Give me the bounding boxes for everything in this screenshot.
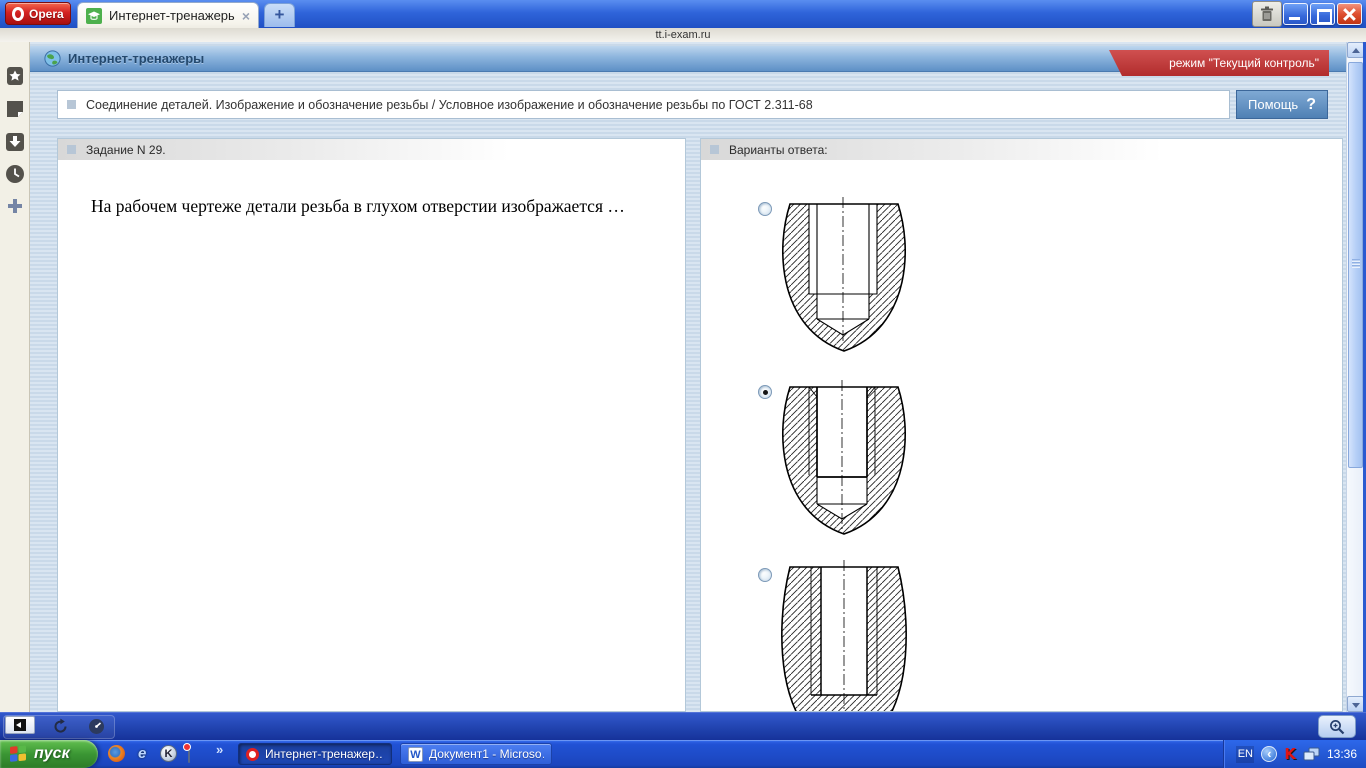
bullet-icon xyxy=(710,145,719,154)
chevron-up-icon xyxy=(1352,48,1360,53)
history-icon[interactable] xyxy=(5,164,25,184)
network-icon[interactable] xyxy=(1303,747,1320,762)
answer-drawing-2[interactable] xyxy=(778,377,912,539)
kmeleon-browser-icon[interactable]: K xyxy=(160,745,177,762)
tab-favicon-icon xyxy=(86,7,102,24)
scroll-up-button[interactable] xyxy=(1347,42,1364,58)
kaspersky-icon[interactable]: K xyxy=(1284,746,1296,762)
internet-explorer-icon[interactable]: e xyxy=(138,745,156,763)
opera-menu-label: Opera xyxy=(29,6,64,21)
closed-tabs-trash-button[interactable] xyxy=(1252,1,1282,27)
language-indicator[interactable]: EN xyxy=(1236,745,1255,763)
answer-radio-3[interactable] xyxy=(758,568,772,582)
window-controls xyxy=(1283,3,1362,25)
turbo-gauge-icon[interactable] xyxy=(88,718,105,735)
quick-launch-overflow-chevron[interactable]: » xyxy=(216,742,223,757)
task-label: Интернет-тренажер… xyxy=(265,747,384,761)
firefox-icon[interactable] xyxy=(108,745,125,762)
mode-badge: режим "Текущий контроль" xyxy=(1109,50,1329,76)
question-text: На рабочем чертеже детали резьба в глухо… xyxy=(91,196,625,216)
trash-icon xyxy=(1261,6,1273,21)
answer-radio-1[interactable] xyxy=(758,202,772,216)
windows-logo-icon xyxy=(10,745,26,762)
notes-icon[interactable] xyxy=(5,99,25,119)
scroll-down-button[interactable] xyxy=(1347,696,1364,712)
tab-title: Интернет-тренажеры xyxy=(109,8,235,23)
answer-radio-2[interactable] xyxy=(758,385,772,399)
bullet-icon xyxy=(67,145,76,154)
task-label: Документ1 - Microso… xyxy=(429,747,544,761)
opera-icon xyxy=(246,747,259,761)
help-label: Помощь xyxy=(1248,97,1299,112)
site-header: Интернет-тренажеры режим "Текущий контро… xyxy=(30,46,1346,76)
mail-client-icon[interactable] xyxy=(188,744,190,763)
start-button[interactable]: пуск xyxy=(0,740,98,768)
bookmarks-icon[interactable] xyxy=(5,66,25,86)
tray-collapse-icon[interactable]: ‹ xyxy=(1261,746,1278,762)
answers-panel-header: Варианты ответа: xyxy=(701,139,1342,160)
answer-drawing-3[interactable] xyxy=(778,557,912,712)
panel-toggle-button[interactable] xyxy=(5,716,35,734)
tab-close-icon[interactable]: × xyxy=(242,9,250,23)
word-icon: W xyxy=(408,746,423,762)
question-mark-icon: ? xyxy=(1306,95,1316,113)
scrollbar-grip xyxy=(1352,259,1360,268)
bullet-icon xyxy=(67,100,76,109)
help-button[interactable]: Помощь ? xyxy=(1236,90,1328,119)
page-content: Интернет-тренажеры режим "Текущий контро… xyxy=(30,42,1346,712)
close-button[interactable] xyxy=(1337,3,1362,25)
opera-menu-button[interactable]: Opera xyxy=(5,2,71,25)
new-tab-button[interactable]: + xyxy=(264,3,295,27)
restore-button[interactable] xyxy=(1310,3,1335,25)
sync-icon[interactable] xyxy=(52,718,69,735)
minimize-button[interactable] xyxy=(1283,3,1308,25)
scrollbar-thumb[interactable] xyxy=(1348,62,1363,468)
magnifier-plus-icon xyxy=(1330,719,1345,734)
breadcrumb-text: Соединение деталей. Изображение и обозна… xyxy=(86,97,813,112)
globe-icon xyxy=(44,50,61,67)
downloads-icon[interactable] xyxy=(5,132,25,152)
taskbar-task-word[interactable]: W Документ1 - Microso… xyxy=(400,743,552,765)
question-panel-title: Задание N 29. xyxy=(86,142,166,157)
chevron-down-icon xyxy=(1352,703,1360,708)
vertical-scrollbar[interactable] xyxy=(1346,42,1364,712)
site-title: Интернет-тренажеры xyxy=(68,51,205,66)
start-label: пуск xyxy=(34,745,70,762)
browser-statusbar xyxy=(0,712,1366,740)
question-panel-header: Задание N 29. xyxy=(58,139,685,160)
opera-side-panel xyxy=(0,42,30,712)
page-zoom-button[interactable] xyxy=(1318,715,1356,738)
breadcrumb: Соединение деталей. Изображение и обозна… xyxy=(57,90,1230,119)
answer-drawing-1[interactable] xyxy=(778,194,912,356)
collapse-panel-icon xyxy=(14,719,26,731)
url-strip[interactable]: tt.i-exam.ru xyxy=(0,28,1366,42)
system-tray: EN ‹ K 13:36 xyxy=(1223,740,1366,768)
windows-taskbar: пуск e K » Интернет-тренажер… W Документ… xyxy=(0,740,1366,768)
browser-tab[interactable]: Интернет-тренажеры × xyxy=(77,2,259,28)
page-url: tt.i-exam.ru xyxy=(655,29,711,41)
browser-titlebar: Opera Интернет-тренажеры × + xyxy=(0,0,1366,28)
answers-panel-title: Варианты ответа: xyxy=(729,142,828,157)
question-panel: Задание N 29. На рабочем чертеже детали … xyxy=(57,138,686,712)
taskbar-task-opera[interactable]: Интернет-тренажер… xyxy=(238,743,392,765)
opera-logo-icon xyxy=(12,6,24,21)
answers-panel: Варианты ответа: xyxy=(700,138,1343,712)
add-panel-icon[interactable] xyxy=(5,196,25,216)
clock[interactable]: 13:36 xyxy=(1327,747,1357,761)
